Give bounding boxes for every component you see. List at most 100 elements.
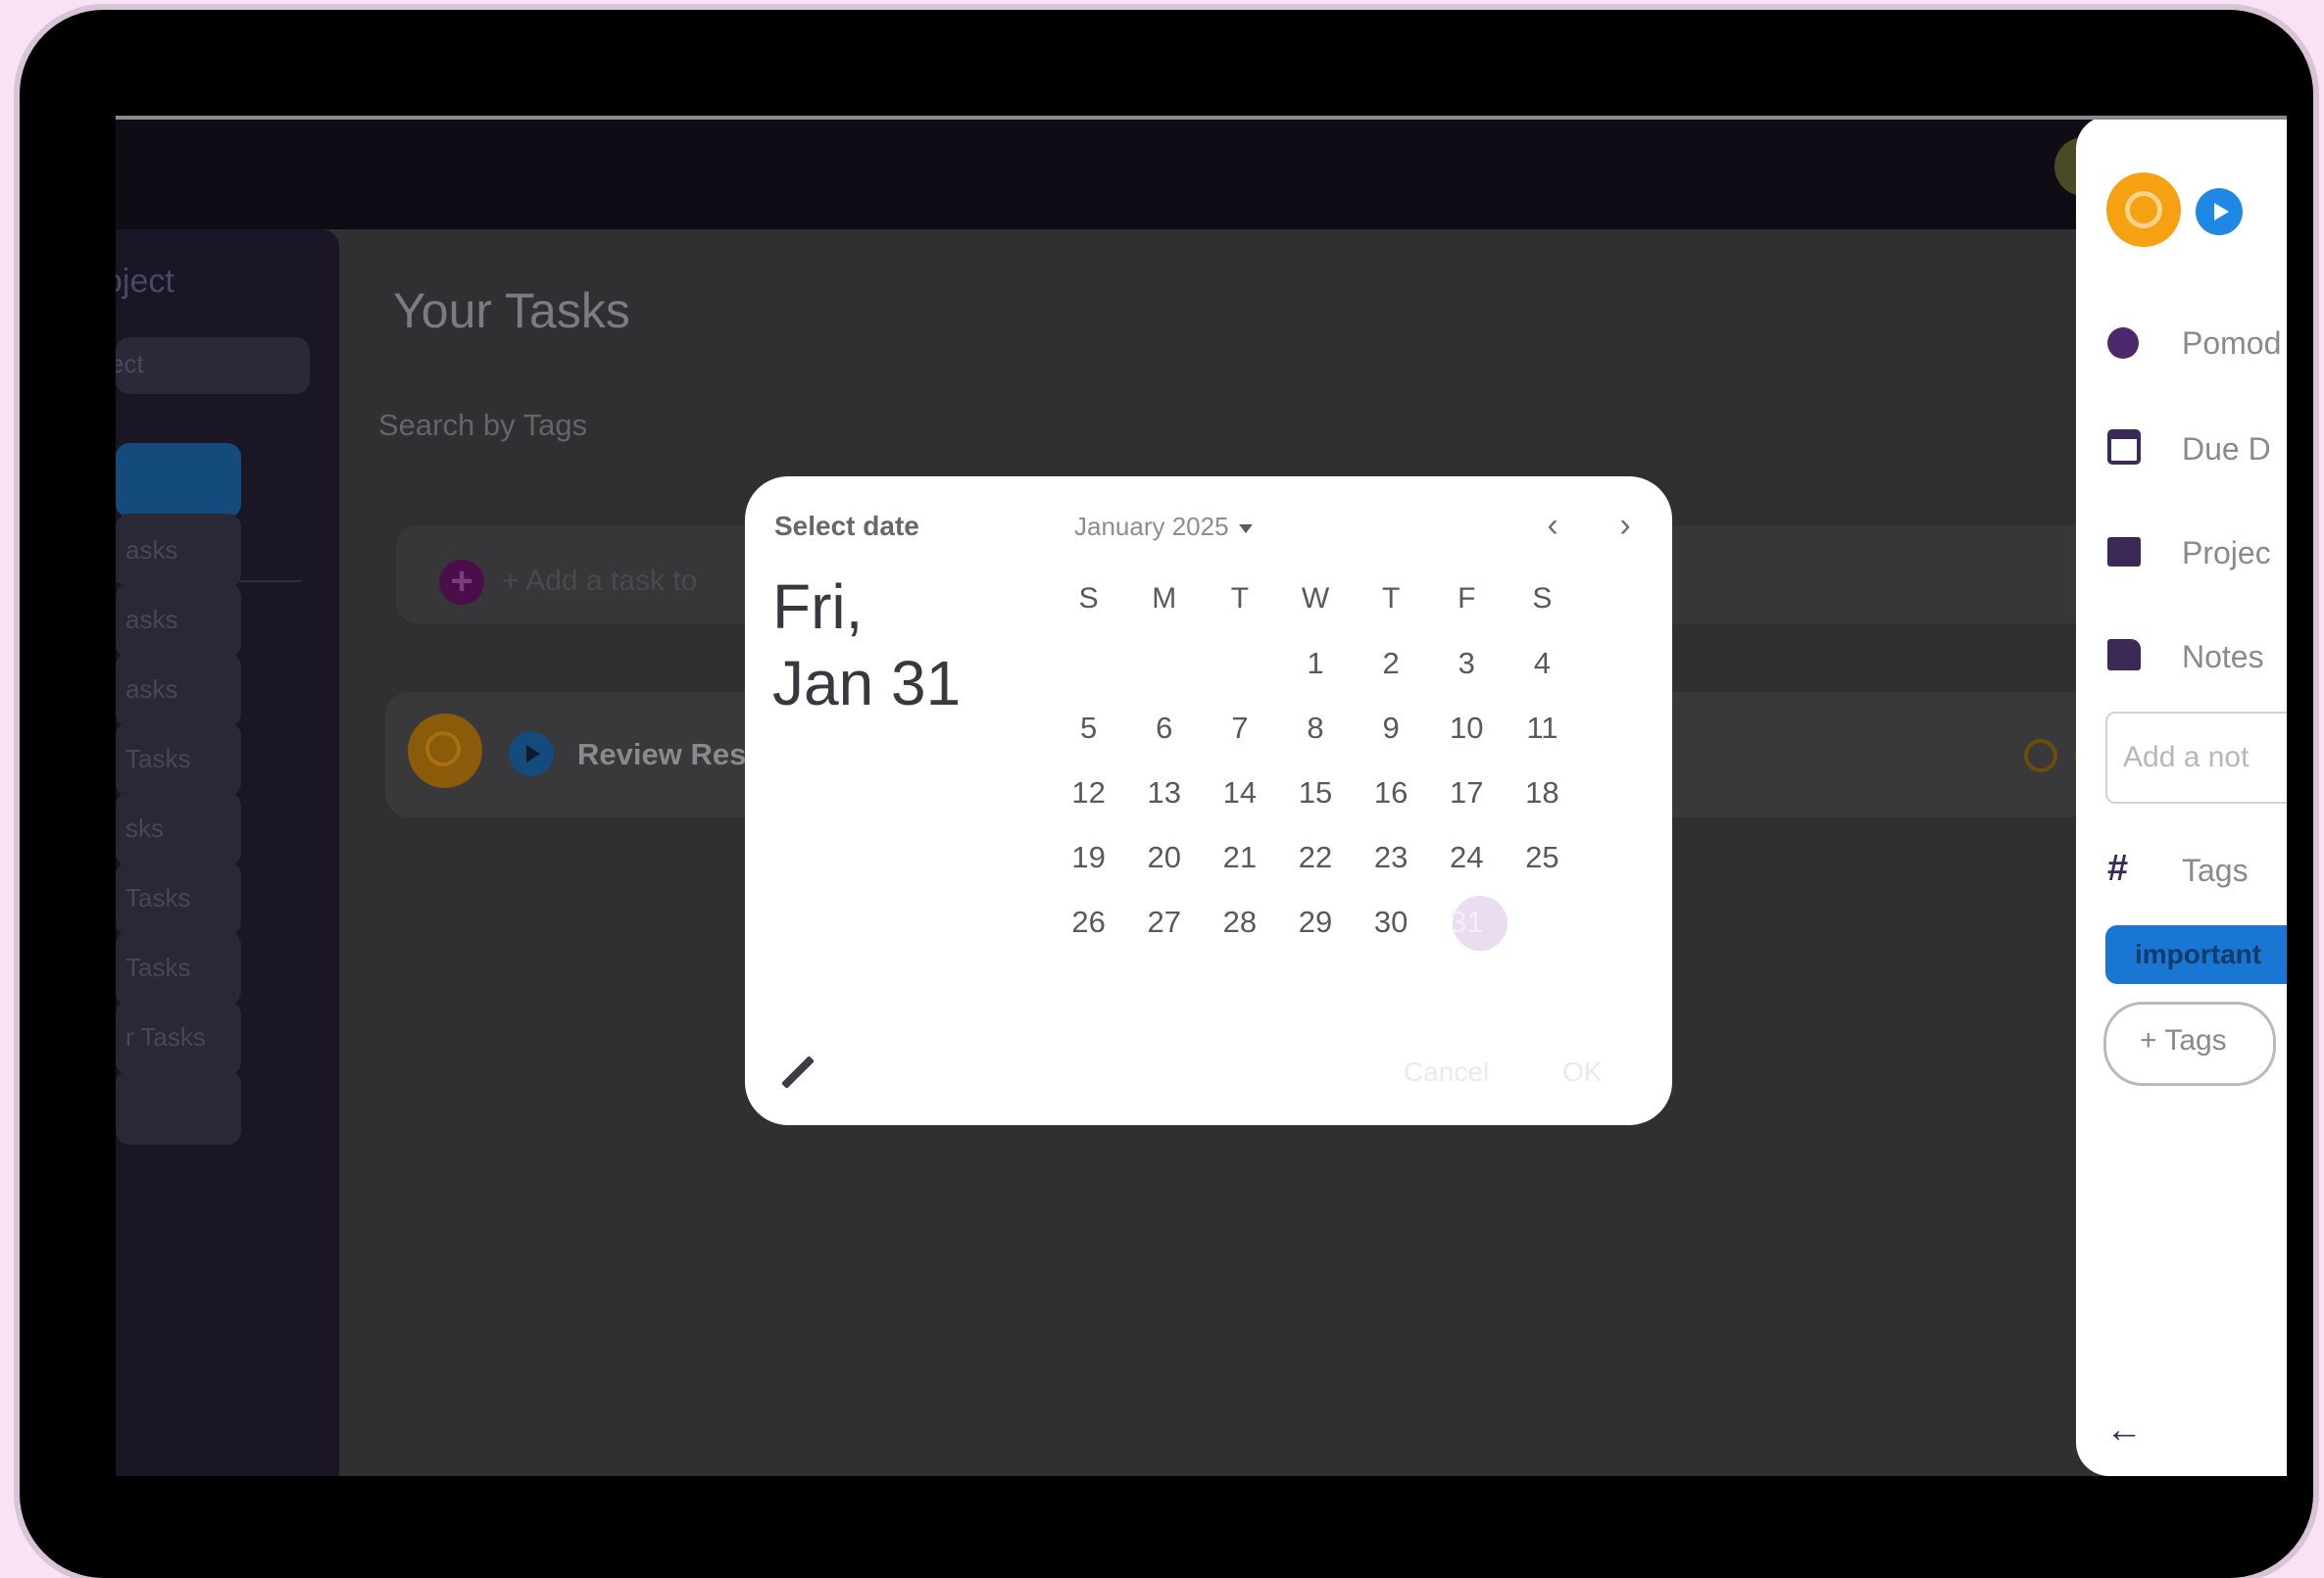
calendar-week: 1 2 3 4 (1051, 631, 1580, 696)
task-avatar (408, 714, 482, 788)
calendar-icon (2107, 429, 2141, 465)
sidebar-item-7[interactable]: Tasks (116, 862, 241, 936)
day-number: 29 (1298, 905, 1333, 939)
day-cell[interactable]: 11 (1505, 696, 1580, 761)
day-cell[interactable]: 15 (1277, 761, 1353, 825)
day-number: 10 (1450, 711, 1484, 745)
day-cell[interactable]: 19 (1051, 825, 1126, 890)
day-cell[interactable]: 25 (1505, 825, 1580, 890)
sidebar-item-4[interactable]: asks (116, 653, 241, 727)
day-cell[interactable]: 5 (1051, 696, 1126, 761)
projects-sidebar: oject ect asks asks asks Tasks sks Tasks… (116, 229, 339, 1476)
next-month-button[interactable]: › (1606, 506, 1645, 545)
day-cell[interactable]: 21 (1202, 825, 1277, 890)
weekday-label: T (1230, 582, 1250, 615)
day-number: 24 (1450, 840, 1484, 874)
note-input[interactable]: Add a not (2105, 712, 2287, 804)
caret-down-icon (1238, 523, 1253, 533)
note-placeholder: Add a not (2123, 741, 2250, 773)
day-cell[interactable]: 26 (1051, 890, 1126, 955)
day-cell[interactable]: 27 (1126, 890, 1202, 955)
play-icon[interactable] (509, 731, 554, 776)
day-cell[interactable]: 13 (1126, 761, 1202, 825)
weekday-label: T (1381, 582, 1401, 615)
weekday-header: SMTWTFS (1051, 567, 1580, 631)
day-number: 31 (1450, 905, 1484, 939)
sidebar-item-active[interactable] (116, 443, 241, 518)
note-icon (2107, 639, 2141, 670)
day-cell[interactable]: 10 (1429, 696, 1505, 761)
add-task-placeholder: + Add a task to (502, 565, 698, 597)
sidebar-item-10[interactable] (116, 1070, 241, 1145)
tag-chip[interactable]: important (2105, 925, 2287, 984)
calendar-week: 26 27 28 29 30 31 (1051, 890, 1580, 955)
stopwatch-icon (2107, 327, 2139, 359)
day-cell[interactable]: 14 (1202, 761, 1277, 825)
day-number: 9 (1382, 711, 1400, 745)
sidebar-item-5[interactable]: Tasks (116, 722, 241, 797)
day-number: 16 (1373, 775, 1409, 810)
app-screen: oject ect asks asks asks Tasks sks Tasks… (116, 116, 2287, 1476)
day-number: 23 (1373, 840, 1409, 874)
day-cell[interactable]: 17 (1429, 761, 1505, 825)
project-input[interactable]: ect (116, 337, 310, 394)
timer-icon (2024, 739, 2057, 772)
day-cell-selected[interactable]: 31 (1429, 890, 1508, 955)
month-selector[interactable]: January 2025 (1074, 512, 1253, 542)
day-number: 19 (1071, 840, 1106, 874)
day-cell[interactable]: 2 (1354, 631, 1429, 696)
play-icon[interactable] (2196, 188, 2243, 235)
sidebar-item-9[interactable]: r Tasks (116, 1001, 241, 1075)
hash-icon: # (2107, 848, 2129, 889)
add-icon[interactable]: + (439, 560, 484, 605)
sidebar-title: oject (116, 263, 174, 300)
empty-day-cell (1202, 631, 1277, 696)
day-number: 28 (1222, 905, 1258, 939)
day-number: 20 (1147, 840, 1181, 874)
day-cell[interactable]: 9 (1354, 696, 1429, 761)
day-cell[interactable]: 30 (1354, 890, 1429, 955)
day-cell[interactable]: 8 (1277, 696, 1353, 761)
sidebar-item-3[interactable]: asks (116, 583, 241, 658)
calendar-grid: S M T W T F S 1 2 3 4 5 6 7 8 9 10 11 12 13 14 15 16 17 18 19 20 21… (1051, 567, 1580, 955)
day-cell[interactable]: 29 (1277, 890, 1353, 955)
calendar-week: 5 6 7 8 9 10 11 (1051, 696, 1580, 761)
cancel-button[interactable]: Cancel (1404, 1057, 1489, 1088)
edit-pencil-icon[interactable] (780, 1055, 817, 1092)
day-cell[interactable]: 24 (1429, 825, 1505, 890)
sidebar-item-8[interactable]: Tasks (116, 931, 241, 1006)
sidebar-item-2[interactable]: asks (116, 514, 241, 588)
day-cell[interactable]: 12 (1051, 761, 1126, 825)
day-number: 22 (1298, 840, 1333, 874)
day-number: 21 (1222, 840, 1258, 874)
prev-month-button[interactable]: ‹ (1533, 506, 1572, 545)
day-cell[interactable]: 7 (1202, 696, 1277, 761)
day-cell[interactable]: 16 (1354, 761, 1429, 825)
day-cell[interactable]: 23 (1354, 825, 1429, 890)
day-number: 7 (1231, 711, 1249, 745)
day-cell[interactable]: 22 (1277, 825, 1353, 890)
calendar-week: 12 13 14 15 16 17 18 (1051, 761, 1580, 825)
day-cell[interactable]: 3 (1429, 631, 1505, 696)
day-cell[interactable]: 28 (1202, 890, 1277, 955)
day-cell[interactable]: 6 (1126, 696, 1202, 761)
day-number: 26 (1071, 905, 1106, 939)
date-picker-label: Select date (774, 511, 919, 541)
day-cell[interactable]: 20 (1126, 825, 1202, 890)
day-number: 1 (1307, 646, 1324, 680)
day-cell[interactable]: 4 (1505, 631, 1580, 696)
search-by-tags[interactable]: Search by Tags (378, 408, 587, 443)
day-number: 2 (1382, 646, 1400, 680)
weekday-label: M (1152, 582, 1177, 615)
back-arrow-icon[interactable]: ← (2105, 1409, 2143, 1452)
weekday-label: W (1301, 582, 1330, 615)
day-cell[interactable]: 1 (1277, 631, 1353, 696)
task-title: Review Res (577, 737, 747, 771)
day-number: 15 (1298, 775, 1333, 810)
day-cell[interactable]: 18 (1505, 761, 1580, 825)
ok-button[interactable]: OK (1562, 1057, 1602, 1088)
sidebar-item-6[interactable]: sks (116, 792, 241, 866)
add-tag-button[interactable]: + Tags (2103, 1002, 2276, 1086)
empty-day-cell (1505, 890, 1580, 955)
task-detail-panel: Pomod Due D Projec Notes Add a not # Tag… (2076, 116, 2287, 1476)
